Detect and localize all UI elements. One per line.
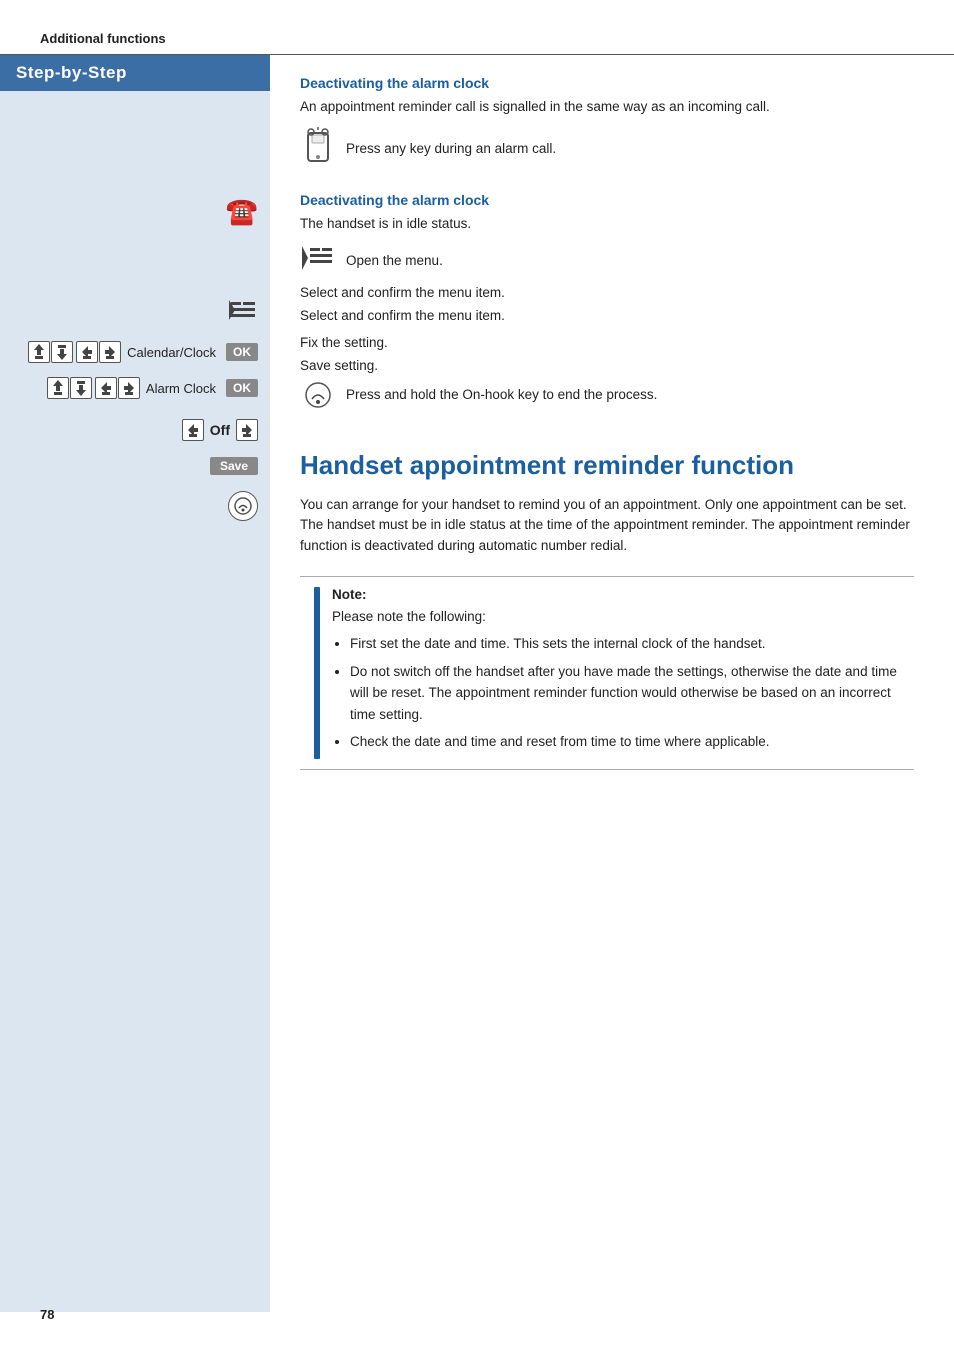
main-para: You can arrange for your handset to remi… (300, 495, 914, 556)
nav-left-icon (76, 341, 98, 363)
main-content: Deactivating the alarm clock An appointm… (270, 55, 954, 1312)
section2-para: The handset is in idle status. (300, 214, 914, 234)
section1-para: An appointment reminder call is signalle… (300, 97, 914, 117)
page-header: Additional functions (0, 30, 954, 55)
sidebar-title: Step-by-Step (0, 55, 270, 91)
page-number: 78 (40, 1307, 54, 1322)
note-content: Note: Please note the following: First s… (332, 587, 900, 759)
sidebar-body: ☎️ (0, 91, 270, 1312)
header-title: Additional functions (40, 31, 166, 46)
alarm-nav-up-icon (47, 377, 69, 399)
menu-open-icon (300, 245, 336, 277)
calendar-nav-icons (28, 341, 121, 363)
save-button-row: Save (0, 452, 270, 480)
calendar-ok-button[interactable]: OK (226, 343, 258, 361)
nav-down-icon (51, 341, 73, 363)
phone-icon-row: ☎️ (0, 191, 270, 232)
note-bullet2: Do not switch off the handset after you … (350, 661, 900, 726)
calendar-clock-row: Calendar/Clock OK (0, 336, 270, 368)
alarm-nav-down-icon (70, 377, 92, 399)
save-button[interactable]: Save (210, 457, 258, 475)
calendar-confirm-text: Select and confirm the menu item. (300, 285, 505, 300)
menu-icon-row (0, 292, 270, 328)
off-nav-left (182, 419, 204, 441)
onhook-content-icon (300, 381, 336, 409)
onhook-icon-row (0, 486, 270, 526)
fix-setting-text: Fix the setting. (300, 335, 388, 350)
note-title: Note: (332, 587, 900, 602)
alarm-clock-label: Alarm Clock (146, 381, 216, 396)
phone-alarm-text: Press any key during an alarm call. (346, 141, 556, 156)
phone-alarm-row: Press any key during an alarm call. (300, 127, 914, 170)
onhook-icon (228, 491, 258, 521)
save-text: Save setting. (300, 358, 378, 373)
sidebar: Step-by-Step ☎️ (0, 55, 270, 1312)
alarm-ok-button[interactable]: OK (226, 379, 258, 397)
open-menu-text: Open the menu. (346, 253, 443, 268)
alarm-confirm-row: Select and confirm the menu item. (300, 308, 914, 323)
calendar-confirm-row: Select and confirm the menu item. (300, 285, 914, 300)
alarm-nav-right-icon (118, 377, 140, 399)
alarm-nav-left-icon (95, 377, 117, 399)
note-bar (314, 587, 320, 759)
phone-ring-icon: ☎️ (226, 196, 258, 227)
alarm-clock-row: Alarm Clock OK (0, 372, 270, 404)
calendar-clock-label: Calendar/Clock (127, 345, 216, 360)
off-setting-row: Off (0, 414, 270, 446)
off-nav-right (236, 419, 258, 441)
onhook-text: Press and hold the On-hook key to end th… (346, 387, 657, 402)
note-intro: Please note the following: (332, 607, 900, 627)
section1-heading: Deactivating the alarm clock (300, 75, 914, 91)
note-bullet3: Check the date and time and reset from t… (350, 731, 900, 753)
section2-heading: Deactivating the alarm clock (300, 192, 914, 208)
fix-setting-row: Fix the setting. (300, 335, 914, 350)
save-setting-row: Save setting. (300, 358, 914, 373)
phone-icon (300, 127, 336, 170)
nav-right-icon (99, 341, 121, 363)
large-section-heading: Handset appointment reminder function (300, 449, 914, 482)
note-bullet1: First set the date and time. This sets t… (350, 633, 900, 655)
note-box: Note: Please note the following: First s… (300, 576, 914, 770)
alarm-nav-icons (47, 377, 140, 399)
nav-up-icon (28, 341, 50, 363)
menu-icon (228, 297, 258, 323)
onhook-row: Press and hold the On-hook key to end th… (300, 381, 914, 409)
open-menu-row: Open the menu. (300, 245, 914, 277)
alarm-confirm-text: Select and confirm the menu item. (300, 308, 505, 323)
off-label: Off (210, 422, 230, 438)
note-list: First set the date and time. This sets t… (332, 633, 900, 753)
